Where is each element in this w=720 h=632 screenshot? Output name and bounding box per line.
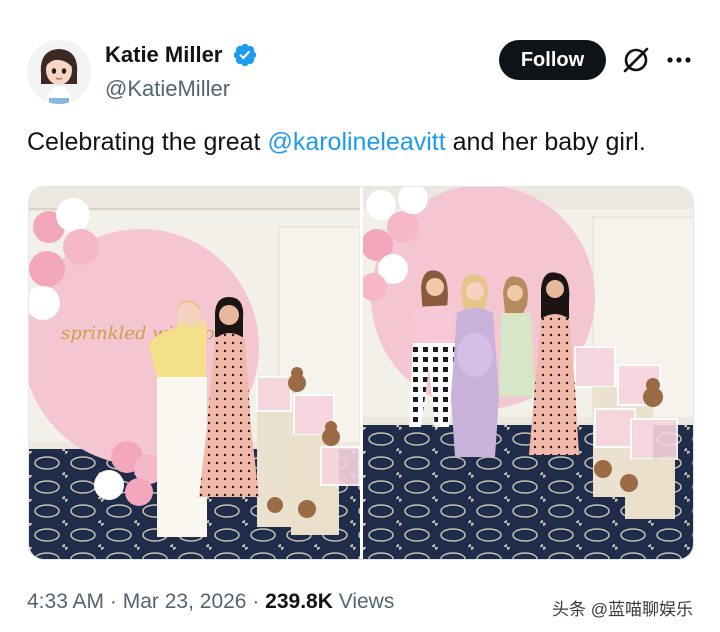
tweet-media: sprinkled with love: [28, 186, 694, 560]
mention-link[interactable]: @karolineleavitt: [267, 128, 445, 156]
tweet-text-before: Celebrating the great: [27, 128, 268, 156]
tweet-meta: 4:33 AM · Mar 23, 2026 · 239.8K Views: [27, 590, 394, 614]
tweet-time[interactable]: 4:33 AM: [27, 590, 104, 613]
watermark: 头条 @蓝喵聊娱乐: [552, 600, 693, 619]
views-count[interactable]: 239.8K: [265, 590, 333, 613]
author-display-name[interactable]: Katie Miller: [105, 42, 222, 68]
author-avatar[interactable]: [27, 40, 91, 104]
tweet-date[interactable]: Mar 23, 2026: [123, 590, 247, 613]
photo-2[interactable]: [363, 187, 693, 559]
more-horizontal-icon[interactable]: [665, 48, 693, 72]
views-label: Views: [332, 590, 395, 613]
meta-separator: ·: [246, 590, 266, 613]
tweet-text-after: and her baby girl.: [445, 128, 646, 156]
tweet-text: Celebrating the great @karolineleavitt a…: [27, 128, 646, 157]
author-handle[interactable]: @KatieMiller: [105, 76, 258, 102]
verified-badge-icon: [233, 43, 256, 67]
follow-button[interactable]: Follow: [499, 40, 606, 80]
backdrop-sign: sprinkled with love: [61, 323, 235, 344]
tweet-header: Katie Miller @KatieMiller Follow: [0, 0, 720, 110]
grok-icon[interactable]: [620, 44, 652, 76]
cartoon-avatar-icon: [27, 40, 91, 104]
meta-separator: ·: [104, 590, 123, 613]
author-names: Katie Miller @KatieMiller: [105, 42, 258, 102]
photo-1[interactable]: sprinkled with love: [29, 187, 360, 559]
